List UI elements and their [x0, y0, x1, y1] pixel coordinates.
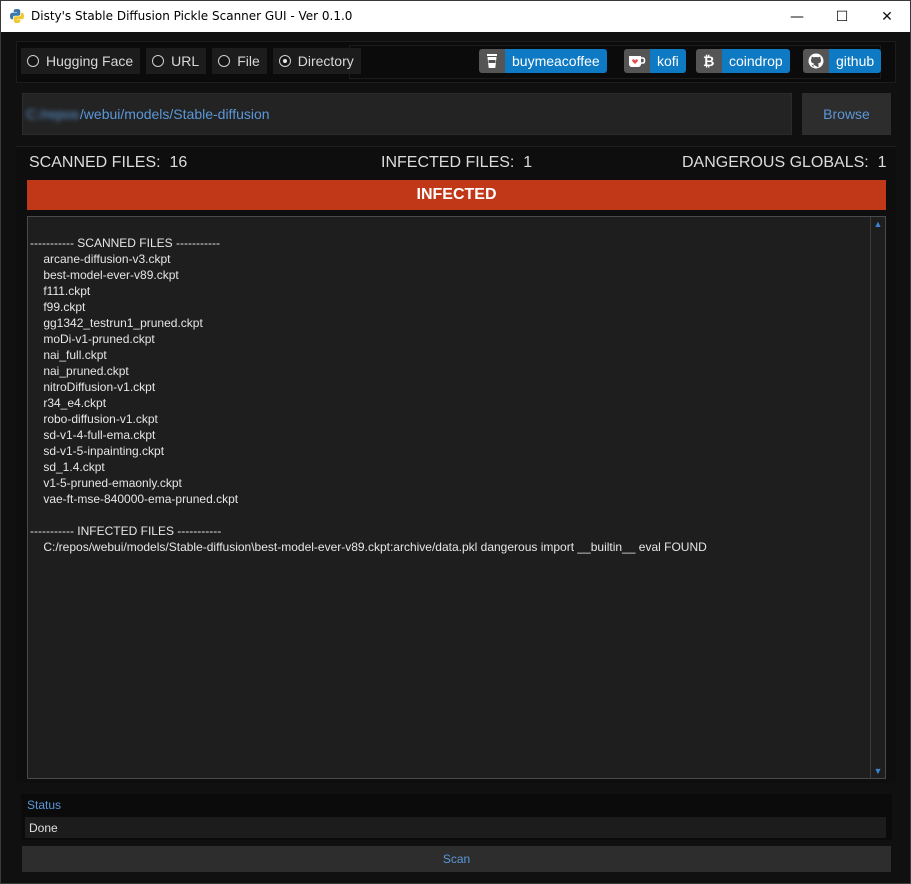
scan-log[interactable]: ----------- SCANNED FILES ----------- ar…: [27, 216, 886, 779]
dangerous-globals-stat: DANGEROUS GLOBALS: 1: [682, 154, 887, 172]
scanned-file-item: robo-diffusion-v1.ckpt: [30, 412, 158, 426]
radio-file[interactable]: File: [212, 48, 267, 74]
infected-files-count: 1: [523, 154, 533, 171]
radio-directory[interactable]: Directory: [272, 48, 361, 74]
kofi-link[interactable]: kofi: [624, 49, 686, 73]
coffee-cup-icon: [479, 49, 505, 73]
minimize-button[interactable]: —: [774, 1, 820, 32]
scanned-file-item: f111.ckpt: [30, 284, 91, 298]
scanned-file-item: nitroDiffusion-v1.ckpt: [30, 380, 156, 394]
path-input[interactable]: C:/repos /webui/models/Stable-diffusion: [22, 93, 792, 135]
github-label: github: [829, 49, 882, 73]
scanned-file-item: vae-ft-mse-840000-ema-pruned.ckpt: [30, 492, 239, 506]
maximize-button[interactable]: ☐: [819, 1, 865, 32]
scanned-file-item: sd-v1-4-full-ema.ckpt: [30, 428, 156, 442]
scan-log-text: ----------- SCANNED FILES ----------- ar…: [30, 235, 707, 555]
path-redacted-prefix: C:/repos: [26, 106, 79, 122]
source-radio-group: Hugging Face URL File Directory: [21, 48, 361, 74]
close-button[interactable]: ✕: [864, 1, 910, 32]
title-bar: Disty's Stable Diffusion Pickle Scanner …: [1, 1, 910, 32]
radio-selected-icon: [278, 55, 291, 67]
scanned-file-item: nai_pruned.ckpt: [30, 364, 129, 378]
infected-files-list: C:/repos/webui/models/Stable-diffusion\b…: [30, 539, 707, 555]
app-window: Disty's Stable Diffusion Pickle Scanner …: [0, 0, 911, 884]
radio-circle-icon: [218, 55, 231, 67]
scanned-file-item: f99.ckpt: [30, 300, 86, 314]
scan-button[interactable]: Scan: [22, 846, 891, 872]
infected-file-item: C:/repos/webui/models/Stable-diffusion\b…: [30, 540, 707, 554]
kofi-cup-icon: [624, 49, 650, 73]
python-icon: [10, 9, 24, 23]
scanned-file-item: gg1342_testrun1_pruned.ckpt: [30, 316, 203, 330]
coindrop-link[interactable]: ₿ coindrop: [696, 49, 790, 73]
scanned-files-stat: SCANNED FILES: 16: [29, 154, 187, 172]
scanned-file-item: best-model-ever-v89.ckpt: [30, 268, 179, 282]
infected-files-label: INFECTED FILES:: [381, 154, 515, 171]
github-link[interactable]: github: [803, 49, 882, 73]
radio-circle-icon: [152, 55, 165, 67]
infected-files-stat: INFECTED FILES: 1: [381, 154, 532, 172]
radio-hugging-face[interactable]: Hugging Face: [21, 48, 141, 74]
log-spacer: [30, 507, 707, 523]
links-panel: [349, 45, 881, 79]
kofi-label: kofi: [650, 49, 686, 73]
path-value: /webui/models/Stable-diffusion: [79, 106, 270, 122]
buymeacoffee-label: buymeacoffee: [505, 49, 607, 73]
radio-label: Directory: [297, 53, 354, 69]
buymeacoffee-link[interactable]: buymeacoffee: [479, 49, 607, 73]
bitcoin-icon: ₿: [696, 49, 722, 73]
browse-button[interactable]: Browse: [802, 93, 891, 135]
scanned-files-header: ----------- SCANNED FILES -----------: [30, 236, 220, 250]
github-icon: [803, 49, 829, 73]
scanned-files-list: arcane-diffusion-v3.ckpt best-model-ever…: [30, 251, 707, 507]
radio-label: Hugging Face: [46, 53, 134, 69]
result-banner: INFECTED: [27, 180, 886, 210]
coindrop-label: coindrop: [722, 49, 790, 73]
radio-label: URL: [171, 53, 200, 69]
status-label: Status: [27, 798, 62, 812]
scanned-file-item: nai_full.ckpt: [30, 348, 107, 362]
window-title: Disty's Stable Diffusion Pickle Scanner …: [31, 9, 353, 23]
infected-files-header: ----------- INFECTED FILES -----------: [30, 524, 222, 538]
svg-text:₿: ₿: [703, 53, 714, 69]
scanned-file-item: moDi-v1-pruned.ckpt: [30, 332, 155, 346]
radio-label: File: [237, 53, 260, 69]
radio-url[interactable]: URL: [146, 48, 207, 74]
scanned-files-label: SCANNED FILES:: [29, 154, 161, 171]
scroll-up-arrow-icon[interactable]: ▲: [871, 217, 885, 231]
scanned-file-item: sd-v1-5-inpainting.ckpt: [30, 444, 165, 458]
scroll-down-arrow-icon[interactable]: ▼: [871, 764, 885, 778]
scanned-file-item: arcane-diffusion-v3.ckpt: [30, 252, 171, 266]
radio-circle-icon: [27, 55, 39, 67]
status-value: Done: [25, 817, 886, 838]
log-scrollbar[interactable]: ▲ ▼: [870, 217, 885, 778]
dangerous-globals-count: 1: [877, 154, 887, 171]
scanned-file-item: r34_e4.ckpt: [30, 396, 107, 410]
scanned-file-item: sd_1.4.ckpt: [30, 460, 105, 474]
scanned-file-item: v1-5-pruned-emaonly.ckpt: [30, 476, 182, 490]
scanned-files-count: 16: [169, 154, 188, 171]
dangerous-globals-label: DANGEROUS GLOBALS:: [682, 154, 869, 171]
